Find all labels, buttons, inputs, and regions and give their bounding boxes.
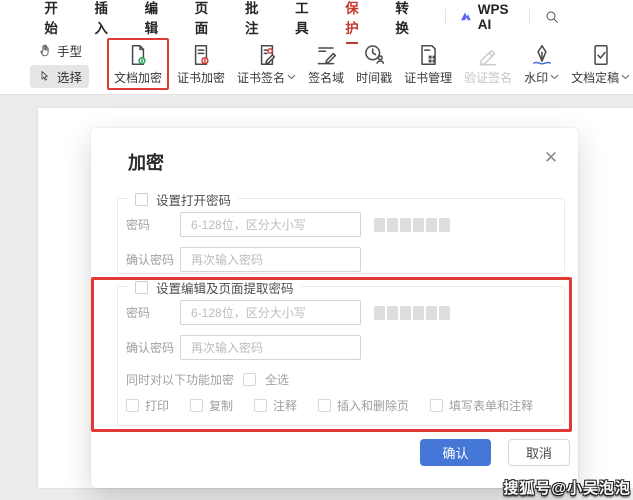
menu-tab-2[interactable]: 插入 [94, 0, 108, 39]
functions-row: 同时对以下功能加密 全选 [126, 371, 289, 388]
tool-9[interactable]: 文档定稿 [565, 38, 633, 90]
toolbar: 手型选择 文档加密 证书加密 证书签名 签名域 时间戳 证书管理 验证签名 水印 文档定稿 [0, 33, 633, 95]
confirm-button[interactable]: 确认 [420, 439, 491, 466]
watermark-icon [532, 44, 551, 65]
open-password-legend: 设置打开密码 [128, 190, 239, 209]
password-label: 密码 [126, 306, 151, 320]
doc-lock-icon [131, 44, 146, 65]
tool-5[interactable]: 时间戳 [350, 38, 398, 90]
chevron-down-icon [621, 74, 630, 80]
functions-label: 同时对以下功能加密 [126, 373, 235, 387]
mode-tool-group: 手型 选择 [30, 39, 90, 88]
cert-lock-icon [194, 44, 209, 65]
function-checkbox[interactable] [430, 399, 443, 412]
edit-confirm-password-input[interactable] [180, 335, 361, 360]
password-label: 密码 [126, 218, 151, 232]
open-confirm-password-input[interactable] [180, 247, 361, 272]
select-all-label: 全选 [265, 373, 290, 387]
dialog-title: 加密 [128, 153, 164, 173]
chevron-down-icon [287, 74, 296, 80]
chevron-down-icon [550, 74, 559, 80]
tool-1[interactable]: 文档加密 [107, 37, 170, 90]
function-checkbox[interactable] [126, 399, 139, 412]
menu-right-group: WPS AI [445, 2, 561, 32]
function-checkbox[interactable] [318, 399, 331, 412]
password-strength-meter [374, 305, 450, 320]
cert-manage-icon [421, 44, 436, 65]
mode-tool-2[interactable]: 选择 [30, 65, 90, 88]
cancel-button[interactable]: 取消 [508, 439, 570, 466]
menu-tab-5[interactable]: 批注 [245, 0, 259, 39]
function-option-3[interactable]: 注释 [254, 397, 318, 414]
encryption-dialog: 加密 ✕ 设置打开密码 密码 确认密码 设置编辑及页面提取密码 [91, 128, 578, 488]
function-checkbox[interactable] [254, 399, 267, 412]
function-option-1[interactable]: 打印 [126, 397, 190, 414]
tool-6[interactable]: 证书管理 [398, 38, 458, 90]
set-edit-password-checkbox[interactable] [135, 281, 148, 294]
edit-password-legend: 设置编辑及页面提取密码 [128, 278, 301, 297]
menu-divider [529, 9, 530, 24]
menu-tab-4[interactable]: 页面 [194, 0, 209, 39]
protect-tools-group: 文档加密 证书加密 证书签名 签名域 时间戳 证书管理 验证签名 水印 文档定稿 [105, 37, 633, 90]
function-option-4[interactable]: 插入和删除页 [318, 397, 430, 414]
menu-tab-3[interactable]: 编辑 [144, 0, 159, 39]
wps-ai-button[interactable]: WPS AI [459, 2, 516, 32]
set-edit-password-label: 设置编辑及页面提取密码 [156, 282, 294, 296]
menu-tab-8[interactable]: 转换 [395, 0, 409, 39]
menu-divider [445, 9, 447, 24]
function-option-2[interactable]: 复制 [190, 397, 254, 414]
wps-ai-logo-icon [461, 12, 471, 21]
edit-confirm-row: 确认密码 [126, 335, 556, 360]
hand-icon [40, 44, 49, 57]
tool-8[interactable]: 水印 [518, 38, 565, 90]
menu-tabs: 开始 插入 编辑 页面 批注 工具 保护 转换 [44, 0, 445, 44]
menu-tab-6[interactable]: 工具 [295, 0, 309, 39]
tool-2[interactable]: 证书加密 [171, 38, 231, 90]
open-password-input[interactable] [180, 212, 361, 237]
confirm-password-label: 确认密码 [126, 341, 175, 355]
menu-bar: 开始 插入 编辑 页面 批注 工具 保护 转换 WPS AI [0, 0, 633, 44]
set-open-password-checkbox[interactable] [135, 193, 148, 206]
edit-password-row: 密码 [126, 300, 556, 325]
password-strength-meter [374, 217, 450, 232]
wps-ai-label: WPS AI [477, 1, 509, 32]
function-option-5[interactable]: 填写表单和注释 [430, 397, 533, 414]
cursor-icon [41, 71, 48, 81]
open-password-row: 密码 [126, 212, 556, 237]
doc-final-icon [593, 44, 608, 65]
menu-tab-1[interactable]: 开始 [44, 0, 58, 39]
open-password-section: 设置打开密码 密码 确认密码 [117, 190, 565, 274]
tool-3[interactable]: 证书签名 [231, 38, 302, 90]
mode-tool-1[interactable]: 手型 [30, 39, 89, 62]
edit-password-section: 设置编辑及页面提取密码 密码 确认密码 同时对以下功能加密 全选 打印复制注释插… [117, 278, 565, 426]
set-open-password-label: 设置打开密码 [156, 194, 232, 208]
close-icon[interactable]: ✕ [539, 146, 563, 170]
tool-4[interactable]: 签名域 [302, 38, 350, 90]
verify-sign-icon [479, 49, 497, 66]
function-checkbox[interactable] [190, 399, 203, 412]
sign-field-icon [317, 46, 337, 64]
edit-password-input[interactable] [180, 300, 361, 325]
tool-7: 验证签名 [458, 38, 518, 90]
workspace: 加密 ✕ 设置打开密码 密码 确认密码 设置编辑及页面提取密码 [0, 95, 633, 500]
search-icon[interactable] [543, 6, 561, 28]
menu-tab-7[interactable]: 保护 [345, 0, 359, 44]
cert-sign-icon [260, 44, 275, 65]
timestamp-icon [365, 44, 385, 64]
confirm-password-label: 确认密码 [126, 253, 175, 267]
open-confirm-row: 确认密码 [126, 247, 556, 272]
function-options-row: 打印 复制 注释 插入和删除页 填写表单和注释 [126, 397, 556, 414]
select-all-checkbox[interactable] [243, 373, 257, 386]
watermark-text: 搜狐号@小吴泡泡 [503, 480, 631, 497]
